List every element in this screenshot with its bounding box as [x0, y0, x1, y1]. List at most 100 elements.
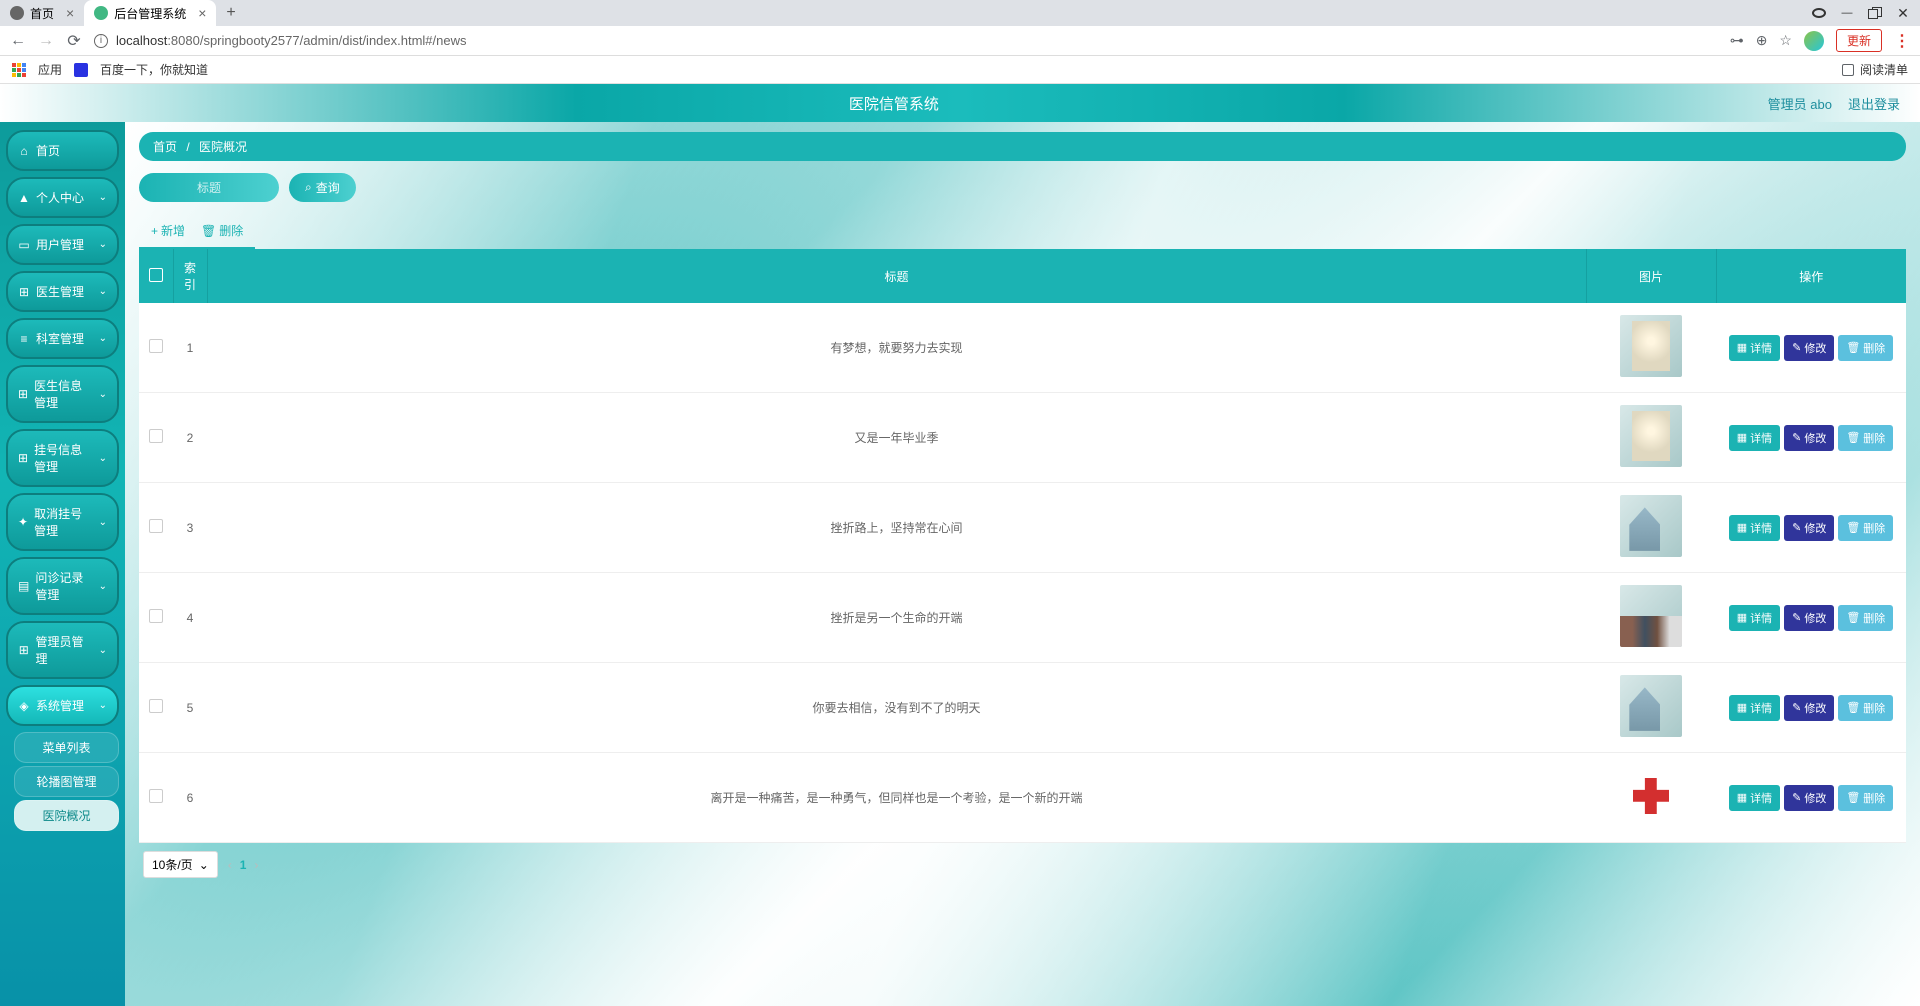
globe-icon: [10, 6, 24, 20]
nav-label: 个人中心: [36, 189, 84, 206]
detail-button[interactable]: ▦ 详情: [1729, 335, 1780, 361]
new-tab-button[interactable]: +: [216, 4, 245, 22]
nav-registration[interactable]: ⊞挂号信息管理⌄: [6, 429, 119, 487]
apps-label[interactable]: 应用: [38, 61, 62, 78]
current-page[interactable]: 1: [240, 858, 247, 872]
admin-link[interactable]: 管理员 abo: [1768, 94, 1832, 113]
detail-button[interactable]: ▦ 详情: [1729, 605, 1780, 631]
nav-system[interactable]: ◈系统管理⌄: [6, 685, 119, 726]
nav-personal[interactable]: ▲个人中心⌄: [6, 177, 119, 218]
detail-icon: ▦: [1737, 521, 1747, 534]
edit-icon: ✎: [1792, 431, 1801, 444]
row-delete-button[interactable]: 🗑 删除: [1838, 785, 1893, 811]
nav-consult[interactable]: ▤问诊记录管理⌄: [6, 557, 119, 615]
menu-icon[interactable]: ⋮: [1894, 31, 1910, 51]
edit-button[interactable]: ✎ 修改: [1784, 785, 1834, 811]
detail-button[interactable]: ▦ 详情: [1729, 515, 1780, 541]
reading-list[interactable]: 阅读清单: [1842, 61, 1908, 78]
close-icon[interactable]: ×: [198, 5, 206, 21]
key-icon[interactable]: ⊶: [1730, 32, 1744, 49]
detail-icon: ▦: [1737, 791, 1747, 804]
nav-departments[interactable]: ≡科室管理⌄: [6, 318, 119, 359]
row-delete-button[interactable]: 🗑 删除: [1838, 605, 1893, 631]
row-checkbox[interactable]: [149, 789, 163, 803]
edit-button[interactable]: ✎ 修改: [1784, 515, 1834, 541]
logout-link[interactable]: 退出登录: [1848, 94, 1900, 113]
row-delete-button[interactable]: 🗑 删除: [1838, 335, 1893, 361]
add-label: 新增: [161, 222, 185, 239]
header-checkbox[interactable]: [139, 249, 173, 303]
nav-users[interactable]: ▭用户管理⌄: [6, 224, 119, 265]
search-input[interactable]: [139, 173, 279, 202]
maximize-icon[interactable]: [1868, 7, 1882, 19]
close-icon[interactable]: ×: [66, 5, 74, 21]
nav-cancel-reg[interactable]: ✦取消挂号管理⌄: [6, 493, 119, 551]
star-icon[interactable]: ☆: [1779, 32, 1792, 49]
chevron-down-icon: ⌄: [99, 645, 107, 656]
row-thumbnail: [1620, 315, 1682, 377]
edit-button[interactable]: ✎ 修改: [1784, 695, 1834, 721]
profile-avatar[interactable]: [1804, 31, 1824, 51]
chevron-down-icon: ⌄: [99, 192, 107, 203]
nav-doctors[interactable]: ⊞医生管理⌄: [6, 271, 119, 312]
detail-button[interactable]: ▦ 详情: [1729, 425, 1780, 451]
window-controls: — ✕: [1812, 5, 1920, 22]
search-button[interactable]: ⌕ 查询: [289, 173, 356, 202]
page-size-select[interactable]: 10条/页 ⌄: [143, 851, 218, 878]
header-title: 标题: [207, 249, 1586, 303]
add-button[interactable]: +新增: [151, 222, 185, 239]
forward-icon[interactable]: →: [38, 32, 54, 50]
chevron-down-icon: ⌄: [99, 517, 107, 528]
row-checkbox[interactable]: [149, 519, 163, 533]
row-checkbox[interactable]: [149, 339, 163, 353]
row-checkbox[interactable]: [149, 429, 163, 443]
zoom-icon[interactable]: ⊕: [1756, 32, 1768, 49]
detail-button[interactable]: ▦ 详情: [1729, 695, 1780, 721]
site-info-icon[interactable]: i: [94, 34, 108, 48]
back-icon[interactable]: ←: [10, 32, 26, 50]
close-window-icon[interactable]: ✕: [1896, 5, 1910, 22]
doc-icon: ▤: [18, 579, 29, 593]
delete-label: 删除: [219, 222, 243, 239]
edit-icon: ✎: [1792, 521, 1801, 534]
browser-tab[interactable]: 首页 ×: [0, 0, 84, 26]
bookmark-baidu[interactable]: 百度一下，你就知道: [100, 61, 208, 78]
nav-home[interactable]: ⌂首页: [6, 130, 119, 171]
chevron-down-icon: ⌄: [99, 239, 107, 250]
table-row: 3挫折路上，坚持常在心间▦ 详情✎ 修改🗑 删除: [139, 483, 1906, 573]
nav-menu-list[interactable]: 菜单列表: [14, 732, 119, 763]
reload-icon[interactable]: ⟳: [66, 31, 82, 51]
row-delete-button[interactable]: 🗑 删除: [1838, 425, 1893, 451]
edit-button[interactable]: ✎ 修改: [1784, 605, 1834, 631]
url-input[interactable]: i localhost:8080/springbooty2577/admin/d…: [94, 33, 1718, 48]
next-page-icon[interactable]: ›: [254, 858, 258, 872]
sidebar: ⌂首页 ▲个人中心⌄ ▭用户管理⌄ ⊞医生管理⌄ ≡科室管理⌄ ⊞医生信息管理⌄…: [0, 122, 125, 1006]
update-button[interactable]: 更新: [1836, 29, 1882, 52]
browser-tab-active[interactable]: 后台管理系统 ×: [84, 0, 216, 26]
row-checkbox[interactable]: [149, 699, 163, 713]
row-index: 3: [173, 483, 207, 573]
row-title: 你要去相信，没有到不了的明天: [207, 663, 1586, 753]
prev-page-icon[interactable]: ‹: [228, 858, 232, 872]
row-delete-button[interactable]: 🗑 删除: [1838, 515, 1893, 541]
nav-carousel[interactable]: 轮播图管理: [14, 766, 119, 797]
nav-hospital-overview[interactable]: 医院概况: [14, 800, 119, 831]
minimize-icon[interactable]: —: [1840, 7, 1854, 19]
nav-admin[interactable]: ⊞管理员管理⌄: [6, 621, 119, 679]
delete-button[interactable]: 🗑删除: [201, 222, 243, 239]
trash-icon: 🗑: [1846, 791, 1860, 804]
account-icon[interactable]: [1812, 8, 1826, 18]
main-content: 首页 / 医院概况 ⌕ 查询 +新增 🗑删除 索引 标题 图片 操作: [125, 122, 1920, 1006]
edit-button[interactable]: ✎ 修改: [1784, 425, 1834, 451]
detail-button[interactable]: ▦ 详情: [1729, 785, 1780, 811]
row-thumbnail: [1620, 405, 1682, 467]
data-table: 索引 标题 图片 操作 1有梦想，就要努力去实现▦ 详情✎ 修改🗑 删除2又是一…: [139, 249, 1906, 843]
nav-doctor-info[interactable]: ⊞医生信息管理⌄: [6, 365, 119, 423]
url-path: :8080/springbooty2577/admin/dist/index.h…: [167, 33, 466, 48]
row-delete-button[interactable]: 🗑 删除: [1838, 695, 1893, 721]
breadcrumb-current: 医院概况: [199, 140, 247, 154]
row-checkbox[interactable]: [149, 609, 163, 623]
breadcrumb-home[interactable]: 首页: [153, 140, 177, 154]
apps-icon[interactable]: [12, 63, 26, 77]
edit-button[interactable]: ✎ 修改: [1784, 335, 1834, 361]
